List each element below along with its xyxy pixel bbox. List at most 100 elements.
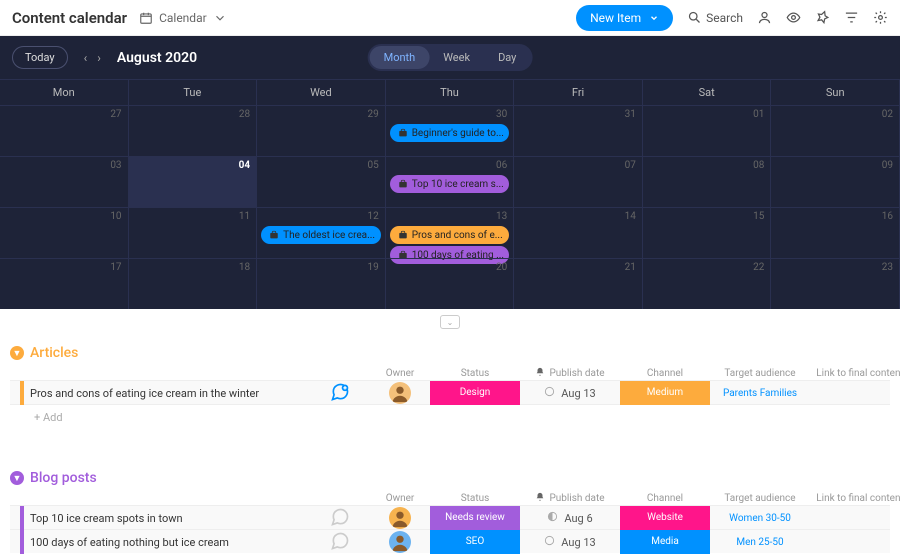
status-cell[interactable]: Needs review [430,506,520,530]
status-cell[interactable]: SEO [430,530,520,554]
column-header[interactable]: Owner [370,493,430,504]
date-status-icon [544,535,555,549]
audience-cell[interactable]: Men 25-50 [710,537,810,548]
group-caret[interactable]: ▼ [10,346,24,360]
filter-button[interactable] [844,10,859,25]
item-name-cell[interactable]: Pros and cons of eating ice cream in the… [10,381,310,405]
column-header[interactable]: Target audience [710,368,810,379]
calendar-cell[interactable]: 27 [0,106,129,156]
calendar-cell[interactable]: 10 [0,208,129,258]
calendar-cell[interactable]: 13Pros and cons of e...100 days of eatin… [386,208,515,258]
calendar-cell[interactable]: 15 [643,208,772,258]
calendar-cell[interactable]: 14 [514,208,643,258]
status-cell[interactable]: Design [430,381,520,405]
calendar-event[interactable]: Pros and cons of e... [390,226,510,244]
column-header[interactable]: Publish date [520,367,620,380]
prev-button[interactable]: ‹ [84,51,88,65]
calendar-cell[interactable]: 18 [129,259,258,309]
calendar-cell[interactable]: 12The oldest ice crea... [257,208,386,258]
range-day[interactable]: Day [484,46,530,69]
calendar-cell[interactable]: 08 [643,157,772,207]
column-header[interactable]: Status [430,493,520,504]
group-caret[interactable]: ▼ [10,471,24,485]
calendar-cell[interactable]: 17 [0,259,129,309]
calendar-cell[interactable]: 30Beginner's guide to... [386,106,515,156]
pin-button[interactable] [815,10,830,25]
column-header[interactable]: Publish date [520,492,620,505]
table-row: Top 10 ice cream spots in town Needs revi… [10,505,890,529]
calendar-cell[interactable]: 04 [129,157,258,207]
calendar-cell[interactable]: 19 [257,259,386,309]
calendar-cell[interactable]: 02 [771,106,900,156]
item-name: Top 10 ice cream spots in town [30,512,183,525]
calendar-cell[interactable]: 16 [771,208,900,258]
calendar-cell[interactable]: 22 [643,259,772,309]
new-item-button[interactable]: New Item [576,5,673,31]
person-icon [757,10,772,25]
calendar-cell[interactable]: 07 [514,157,643,207]
calendar-cell[interactable]: 23 [771,259,900,309]
channel-cell[interactable]: Media [620,530,710,554]
owner-cell[interactable] [370,382,430,404]
column-header[interactable]: Link to final content [810,368,900,379]
chat-button[interactable] [310,507,370,530]
range-week[interactable]: Week [429,46,484,69]
range-month[interactable]: Month [370,46,430,69]
audience-cell[interactable]: Parents Families [710,388,810,399]
channel-cell[interactable]: Medium [620,381,710,405]
view-label: Calendar [159,11,207,25]
column-header[interactable]: Target audience [710,493,810,504]
calendar-cell[interactable]: 21 [514,259,643,309]
calendar-event[interactable]: Beginner's guide to... [390,124,510,142]
add-row[interactable]: + Add [10,404,890,430]
date-status-icon [547,511,558,525]
column-header[interactable]: Channel [620,493,710,504]
publish-date-cell[interactable]: Aug 13 [520,535,620,549]
calendar-cell[interactable]: 28 [129,106,258,156]
calendar-event[interactable]: The oldest ice crea... [261,226,381,244]
person-filter[interactable] [757,10,772,25]
group-title[interactable]: Articles [30,345,78,361]
event-title: Pros and cons of e... [412,230,503,241]
day-number: 03 [110,160,121,171]
calendar-cell[interactable]: 01 [643,106,772,156]
column-header[interactable]: Link to final content [810,493,900,504]
item-name-cell[interactable]: 100 days of eating nothing but ice cream [10,530,310,554]
day-number: 14 [625,211,636,222]
publish-date-cell[interactable]: Aug 13 [520,386,620,400]
column-header[interactable]: Owner [370,368,430,379]
calendar-cell[interactable]: 31 [514,106,643,156]
calendar-cell[interactable]: 11 [129,208,258,258]
view-selector[interactable]: Calendar [139,11,227,25]
channel-cell[interactable]: Website [620,506,710,530]
group-title[interactable]: Blog posts [30,470,97,486]
audience-cell[interactable]: Women 30-50 [710,513,810,524]
owner-cell[interactable] [370,531,430,553]
day-number: 17 [110,262,121,273]
day-number: 10 [110,211,121,222]
calendar-cell[interactable]: 20 [386,259,515,309]
calendar-cell[interactable]: 29 [257,106,386,156]
calendar-cell[interactable]: 05 [257,157,386,207]
column-header[interactable]: Channel [620,368,710,379]
publish-date-cell[interactable]: Aug 6 [520,511,620,525]
hide-button[interactable] [786,10,801,25]
search-button[interactable]: Search [687,10,743,25]
today-button[interactable]: Today [12,46,68,69]
item-name-cell[interactable]: Top 10 ice cream spots in town [10,506,310,530]
next-button[interactable]: › [97,51,101,65]
collapse-button[interactable]: ⌄ [440,315,460,329]
event-title: The oldest ice crea... [283,230,375,241]
settings-button[interactable] [873,10,888,25]
owner-cell[interactable] [370,507,430,529]
item-name: 100 days of eating nothing but ice cream [30,536,229,549]
column-header[interactable]: Status [430,368,520,379]
calendar-cell[interactable]: 06Top 10 ice cream s... [386,157,515,207]
day-number: 16 [882,211,893,222]
calendar-cell[interactable]: 03 [0,157,129,207]
day-number: 15 [753,211,764,222]
chat-button[interactable] [310,531,370,554]
chat-button[interactable] [310,382,370,405]
calendar-event[interactable]: Top 10 ice cream s... [390,175,510,193]
calendar-cell[interactable]: 09 [771,157,900,207]
